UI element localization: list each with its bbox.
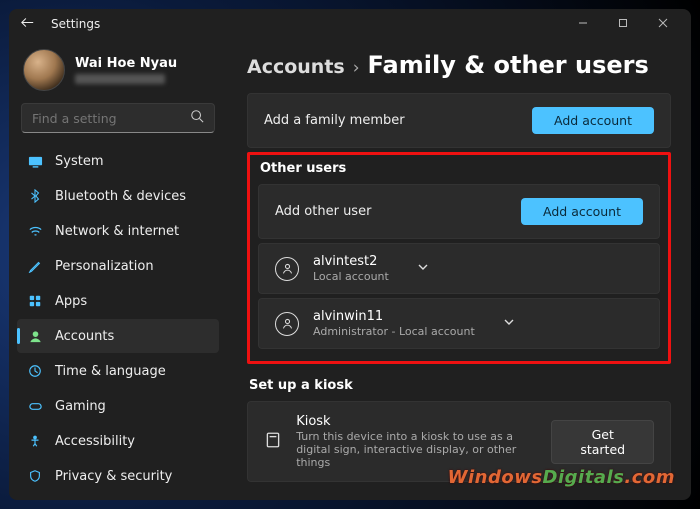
accessibility-icon xyxy=(27,433,43,449)
chevron-down-icon[interactable] xyxy=(417,261,429,277)
other-users-highlight: Other users Add other user Add account a… xyxy=(247,152,671,364)
nav-label: System xyxy=(55,154,103,169)
nav-label: Time & language xyxy=(55,364,166,379)
profile[interactable]: Wai Hoe Nyau xyxy=(15,43,221,101)
nav-apps[interactable]: Apps xyxy=(17,284,219,318)
breadcrumb: Accounts › Family & other users xyxy=(247,51,671,79)
person-icon xyxy=(275,257,299,281)
breadcrumb-sep: › xyxy=(353,58,360,78)
kiosk-get-started-button[interactable]: Get started xyxy=(551,420,654,464)
nav: System Bluetooth & devices Network & int… xyxy=(15,143,221,500)
settings-window: Settings Wai Hoe Nyau System Bl xyxy=(9,9,691,500)
nav-accounts[interactable]: Accounts xyxy=(17,319,219,353)
nav-label: Gaming xyxy=(55,399,106,414)
nav-gaming[interactable]: Gaming xyxy=(17,389,219,423)
nav-network[interactable]: Network & internet xyxy=(17,214,219,248)
person-icon xyxy=(275,312,299,336)
titlebar: Settings xyxy=(9,9,691,39)
add-family-button[interactable]: Add account xyxy=(532,107,654,134)
profile-email-redacted xyxy=(75,74,165,84)
nav-system[interactable]: System xyxy=(17,144,219,178)
add-family-row: Add a family member Add account xyxy=(247,93,671,148)
search-input[interactable] xyxy=(32,111,190,126)
nav-label: Accounts xyxy=(55,329,114,344)
add-family-label: Add a family member xyxy=(264,113,405,128)
add-other-user-button[interactable]: Add account xyxy=(521,198,643,225)
system-icon xyxy=(27,153,43,169)
nav-update[interactable]: Windows Update xyxy=(17,494,219,500)
nav-privacy[interactable]: Privacy & security xyxy=(17,459,219,493)
kiosk-row: Kiosk Turn this device into a kiosk to u… xyxy=(247,401,671,482)
user-row[interactable]: alvinwin11 Administrator - Local account xyxy=(258,298,660,349)
close-button[interactable] xyxy=(643,18,683,31)
maximize-button[interactable] xyxy=(603,18,643,31)
other-users-title: Other users xyxy=(260,161,660,176)
nav-label: Bluetooth & devices xyxy=(55,189,186,204)
network-icon xyxy=(27,223,43,239)
accounts-icon xyxy=(27,328,43,344)
nav-personalization[interactable]: Personalization xyxy=(17,249,219,283)
search-box[interactable] xyxy=(21,103,215,133)
user-name: alvintest2 xyxy=(313,254,389,269)
personalization-icon xyxy=(27,258,43,274)
avatar xyxy=(23,49,65,91)
nav-time[interactable]: Time & language xyxy=(17,354,219,388)
user-name: alvinwin11 xyxy=(313,309,475,324)
nav-bluetooth[interactable]: Bluetooth & devices xyxy=(17,179,219,213)
time-icon xyxy=(27,363,43,379)
page-title: Family & other users xyxy=(368,51,649,79)
minimize-button[interactable] xyxy=(563,18,603,31)
gaming-icon xyxy=(27,398,43,414)
apps-icon xyxy=(27,293,43,309)
add-other-user-label: Add other user xyxy=(275,204,371,219)
main-content: Accounts › Family & other users Add a fa… xyxy=(227,39,691,500)
sidebar: Wai Hoe Nyau System Bluetooth & devices … xyxy=(9,39,227,500)
add-other-user-row: Add other user Add account xyxy=(258,184,660,239)
profile-name: Wai Hoe Nyau xyxy=(75,56,177,71)
window-title: Settings xyxy=(51,17,100,31)
nav-label: Apps xyxy=(55,294,87,309)
nav-label: Personalization xyxy=(55,259,154,274)
search-icon xyxy=(190,109,204,127)
nav-accessibility[interactable]: Accessibility xyxy=(17,424,219,458)
kiosk-icon xyxy=(264,431,282,453)
back-button[interactable] xyxy=(17,16,37,33)
user-type: Local account xyxy=(313,270,389,283)
nav-label: Network & internet xyxy=(55,224,179,239)
nav-label: Accessibility xyxy=(55,434,135,449)
user-type: Administrator - Local account xyxy=(313,325,475,338)
kiosk-title: Kiosk xyxy=(296,414,523,429)
privacy-icon xyxy=(27,468,43,484)
kiosk-section-title: Set up a kiosk xyxy=(249,378,671,393)
user-row[interactable]: alvintest2 Local account xyxy=(258,243,660,294)
breadcrumb-parent[interactable]: Accounts xyxy=(247,56,345,78)
nav-label: Privacy & security xyxy=(55,469,172,484)
bluetooth-icon xyxy=(27,188,43,204)
kiosk-desc: Turn this device into a kiosk to use as … xyxy=(296,430,523,469)
chevron-down-icon[interactable] xyxy=(503,316,515,332)
